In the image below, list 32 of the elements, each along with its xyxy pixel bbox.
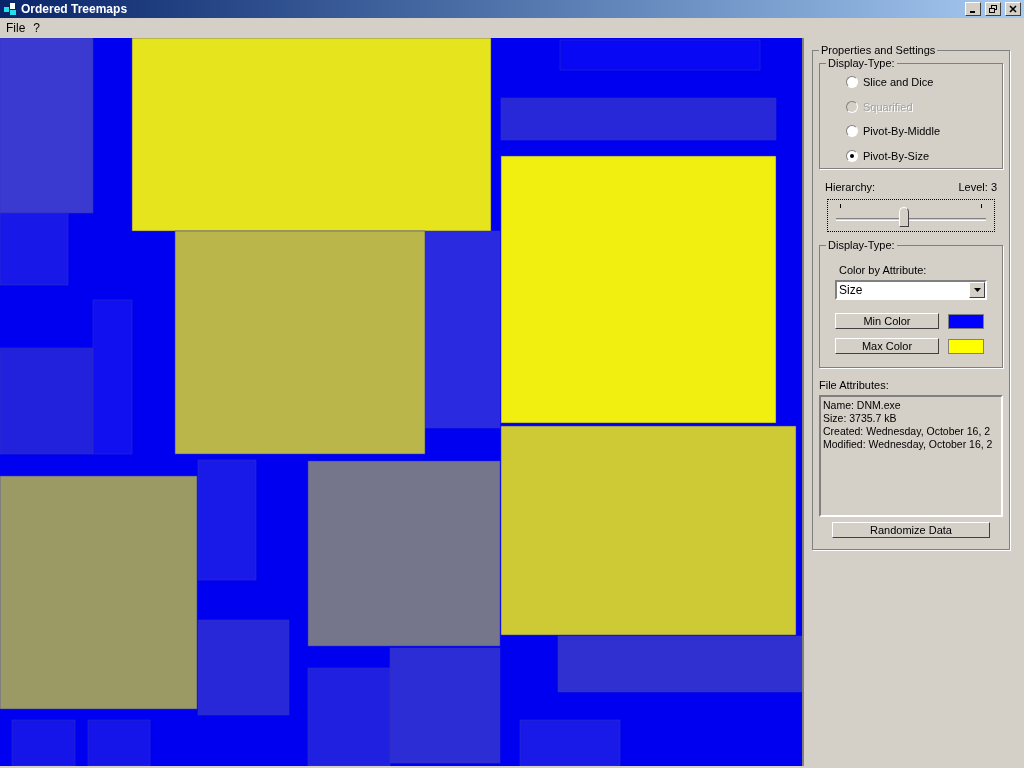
randomize-button[interactable]: Randomize Data — [832, 522, 990, 538]
attribute-dropdown[interactable]: Size — [835, 280, 987, 300]
app-icon — [2, 1, 18, 17]
attribute-line: Size: 3735.7 kB — [823, 412, 898, 425]
attribute-label: Color by Attribute: — [839, 262, 928, 278]
radio-label: Slice and Dice — [863, 75, 934, 90]
radio-label: Pivot-By-Middle — [863, 124, 941, 139]
radio-button[interactable] — [846, 149, 858, 162]
menu-item[interactable]: ? — [29, 19, 45, 37]
restore-icon — [989, 5, 997, 13]
attribute-line: Created: Wednesday, October 16, 2 — [823, 425, 992, 438]
attribute-line: Name: DNM.exe — [823, 399, 902, 412]
radio-label: Pivot-By-Size — [863, 148, 930, 164]
group-title: Display-Type: — [826, 56, 897, 70]
hierarchy-slider[interactable] — [827, 198, 995, 232]
color-button[interactable]: Min Color — [835, 313, 939, 329]
radio-button[interactable] — [846, 76, 858, 89]
window-title: Ordered Treemaps — [21, 1, 129, 18]
hierarchy-label: Hierarchy: — [825, 180, 876, 195]
close-icon — [1009, 5, 1017, 13]
close-button[interactable] — [1005, 2, 1021, 16]
radio-button[interactable] — [846, 125, 858, 138]
restore-button[interactable] — [985, 2, 1001, 16]
level-reading: Level: 3 — [958, 180, 997, 195]
caret-icon — [973, 288, 981, 292]
menu-item[interactable]: File — [2, 19, 30, 37]
attribute-line: Modified: Wednesday, October 16, 2 — [823, 438, 994, 451]
slider-thumb[interactable] — [898, 206, 909, 227]
minimize-button[interactable] — [965, 2, 981, 16]
group-title: Properties and Settings — [819, 43, 938, 57]
color-button[interactable]: Max Color — [835, 338, 939, 354]
file-attributes-label: File Attributes: — [819, 377, 890, 393]
